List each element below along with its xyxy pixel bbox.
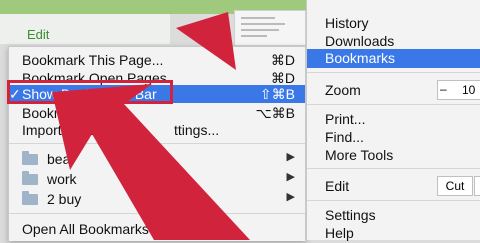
edit-menu-title: Edit (27, 27, 50, 42)
menu-item-help[interactable]: Help (307, 224, 480, 243)
page-thumbnail (234, 10, 306, 46)
open-all-bookmarks-item[interactable]: Open All Bookmarks (9, 220, 305, 238)
cut-button[interactable]: Cut (437, 176, 473, 196)
bookmark-folder[interactable]: bea ▶ (9, 150, 305, 168)
menu-item-history[interactable]: History (307, 14, 480, 33)
bookmark-folder[interactable]: 2 buy ▶ (9, 190, 305, 208)
menu-item-settings[interactable]: Settings (307, 206, 480, 225)
menu-separator (307, 104, 480, 105)
menu-separator (307, 72, 480, 73)
background-edit-area (0, 14, 170, 44)
menu-item-more-tools[interactable]: More Tools (307, 146, 480, 165)
zoom-out-button[interactable]: – (440, 82, 447, 96)
folder-icon (22, 151, 38, 165)
bookmark-folder[interactable]: work ▶ (9, 170, 305, 188)
shortcut-label: ⌘D (270, 52, 295, 68)
copy-button[interactable] (474, 176, 480, 196)
menu-separator (9, 213, 305, 214)
bookmark-manager-item[interactable]: Bookmark M ⌥⌘B (9, 104, 305, 122)
import-bookmarks-item[interactable]: Import Bookm ttings... (9, 121, 305, 139)
submenu-chevron-icon: ▶ (286, 151, 295, 163)
menu-separator (9, 143, 305, 144)
folder-icon (22, 171, 38, 185)
menu-separator (307, 168, 480, 169)
submenu-chevron-icon: ▶ (286, 191, 295, 203)
menu-item-find[interactable]: Find... (307, 128, 480, 147)
menu-item-bookmarks[interactable]: Bookmarks (307, 49, 480, 68)
bookmarks-submenu: Bookmark This Page... ⌘D Bookmark Open P… (7, 46, 306, 241)
bookmark-this-page-item[interactable]: Bookmark This Page... ⌘D (9, 51, 305, 69)
shortcut-label: ⇧⌘B (259, 86, 295, 102)
folder-icon (22, 191, 38, 205)
chrome-main-menu: History Downloads Bookmarks Zoom – 10 Pr… (306, 0, 480, 243)
menu-item-print[interactable]: Print... (307, 110, 480, 129)
highlight-annotation-box (7, 80, 173, 104)
submenu-chevron-icon: ▶ (286, 171, 295, 183)
zoom-control[interactable]: – 10 (437, 80, 480, 100)
zoom-level: 10 (462, 83, 476, 97)
shortcut-label: ⌥⌘B (255, 105, 295, 121)
menu-separator (307, 200, 480, 201)
